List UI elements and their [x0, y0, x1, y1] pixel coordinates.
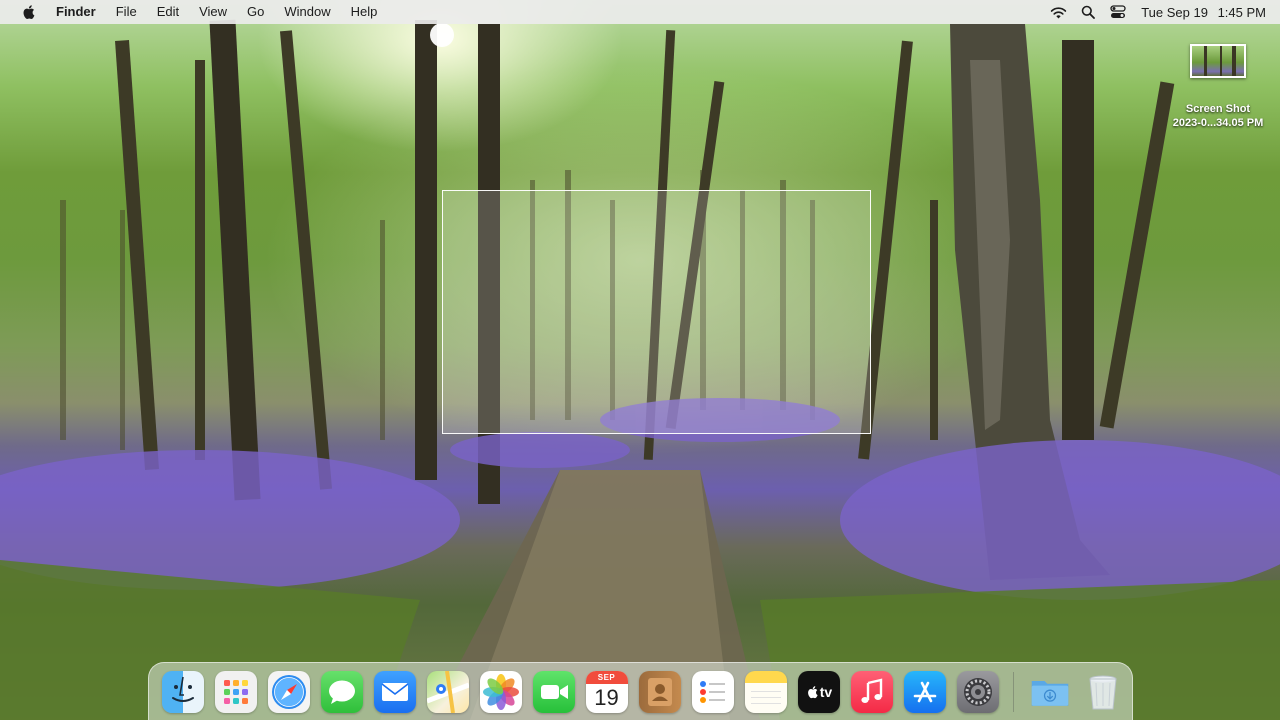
clock-time: 1:45 PM: [1217, 4, 1266, 20]
contacts-icon[interactable]: [638, 670, 681, 713]
apple-tv-icon[interactable]: tv: [797, 670, 840, 713]
mail-icon[interactable]: [373, 670, 416, 713]
messages-icon[interactable]: [320, 670, 363, 713]
finder-icon[interactable]: [161, 670, 204, 713]
menu-window[interactable]: Window: [274, 0, 340, 24]
dock: SEP 19 tv: [148, 662, 1133, 720]
system-settings-icon[interactable]: [956, 670, 999, 713]
menu-go[interactable]: Go: [237, 0, 274, 24]
notes-icon[interactable]: [744, 670, 787, 713]
photos-icon[interactable]: [479, 670, 522, 713]
clock-date: Tue Sep 19: [1141, 4, 1208, 20]
menu-file[interactable]: File: [106, 0, 147, 24]
music-icon[interactable]: [850, 670, 893, 713]
apple-logo-icon[interactable]: [20, 4, 36, 20]
screenshot-selection-rectangle[interactable]: [442, 190, 871, 434]
dock-separator: [1013, 671, 1014, 712]
facetime-icon[interactable]: [532, 670, 575, 713]
launchpad-icon[interactable]: [214, 670, 257, 713]
calendar-day: 19: [594, 684, 619, 710]
menu-bar-clock[interactable]: Tue Sep 19 1:45 PM: [1141, 5, 1266, 20]
calendar-icon[interactable]: SEP 19: [585, 670, 628, 713]
trash-icon[interactable]: [1082, 671, 1124, 713]
control-center-icon[interactable]: [1109, 3, 1127, 21]
search-icon[interactable]: [1079, 3, 1097, 21]
screenshot-thumbnail-icon: [1190, 44, 1246, 78]
menu-help[interactable]: Help: [341, 0, 388, 24]
safari-icon[interactable]: [267, 670, 310, 713]
desktop-file-screenshot[interactable]: Screen Shot 2023-0...34.05 PM: [1160, 44, 1276, 130]
menu-bar-status-area: Tue Sep 19 1:45 PM: [1043, 0, 1280, 24]
menu-finder[interactable]: Finder: [56, 0, 106, 24]
maps-icon[interactable]: [426, 670, 469, 713]
menu-view[interactable]: View: [189, 0, 237, 24]
desktop-file-label: Screen Shot 2023-0...34.05 PM: [1172, 103, 1264, 129]
wifi-icon[interactable]: [1049, 3, 1067, 21]
calendar-month: SEP: [585, 670, 628, 684]
app-store-icon[interactable]: [903, 670, 946, 713]
menu-bar: Finder File Edit View Go Window Help Tue…: [0, 0, 1280, 24]
downloads-folder-icon[interactable]: [1029, 671, 1071, 713]
reminders-icon[interactable]: [691, 670, 734, 713]
menu-edit[interactable]: Edit: [147, 0, 189, 24]
tv-label: tv: [819, 683, 833, 700]
